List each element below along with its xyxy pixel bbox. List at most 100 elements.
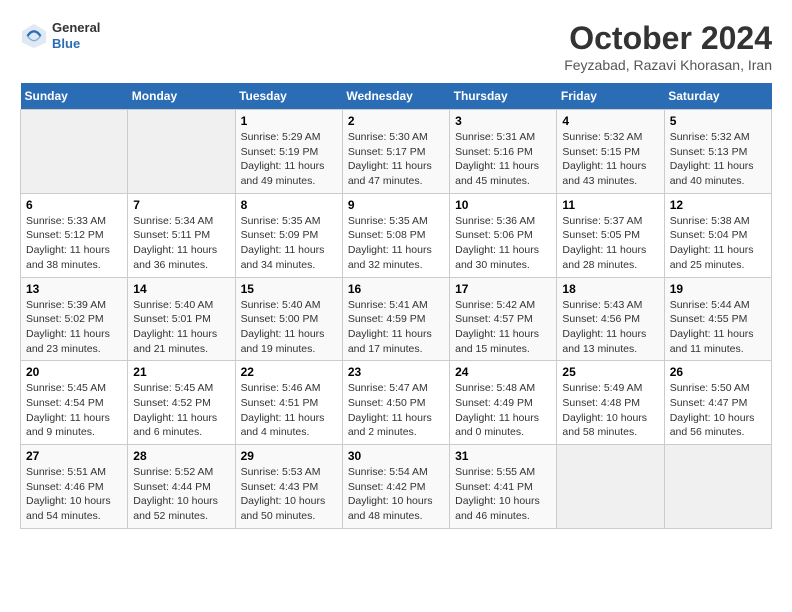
day-number: 16 <box>348 282 444 296</box>
day-info: Sunrise: 5:49 AMSunset: 4:48 PMDaylight:… <box>562 381 658 440</box>
day-number: 19 <box>670 282 766 296</box>
calendar-cell: 6Sunrise: 5:33 AMSunset: 5:12 PMDaylight… <box>21 193 128 277</box>
calendar-cell <box>21 110 128 194</box>
day-number: 26 <box>670 365 766 379</box>
calendar-cell: 26 Sunrise: 5:50 AMSunset: 4:47 PMDayligh… <box>664 361 771 445</box>
calendar-cell: 30 Sunrise: 5:54 AMSunset: 4:42 PMDayligh… <box>342 445 449 529</box>
day-info: Sunrise: 5:34 AMSunset: 5:11 PMDaylight:… <box>133 214 229 273</box>
logo-blue: Blue <box>52 36 100 52</box>
calendar-cell <box>128 110 235 194</box>
day-number: 15 <box>241 282 337 296</box>
calendar-cell: 20Sunrise: 5:45 AMSunset: 4:54 PMDayligh… <box>21 361 128 445</box>
day-number: 30 <box>348 449 444 463</box>
day-number: 18 <box>562 282 658 296</box>
day-info: Sunrise: 5:36 AMSunset: 5:06 PMDaylight:… <box>455 214 551 273</box>
day-number: 13 <box>26 282 122 296</box>
calendar-cell: 18 Sunrise: 5:43 AMSunset: 4:56 PMDayligh… <box>557 277 664 361</box>
day-info: Sunrise: 5:48 AMSunset: 4:49 PMDaylight:… <box>455 381 551 440</box>
month-title: October 2024 <box>564 20 772 57</box>
day-number: 17 <box>455 282 551 296</box>
weekday-header-row: SundayMondayTuesdayWednesdayThursdayFrid… <box>21 83 772 110</box>
day-number: 31 <box>455 449 551 463</box>
calendar-cell <box>557 445 664 529</box>
day-number: 29 <box>241 449 337 463</box>
day-info: Sunrise: 5:55 AMSunset: 4:41 PMDaylight:… <box>455 465 551 524</box>
calendar-cell: 5 Sunrise: 5:32 AMSunset: 5:13 PMDaylight… <box>664 110 771 194</box>
calendar-cell: 17 Sunrise: 5:42 AMSunset: 4:57 PMDayligh… <box>450 277 557 361</box>
calendar-cell: 8 Sunrise: 5:35 AMSunset: 5:09 PMDaylight… <box>235 193 342 277</box>
day-info: Sunrise: 5:54 AMSunset: 4:42 PMDaylight:… <box>348 465 444 524</box>
day-info: Sunrise: 5:40 AMSunset: 5:01 PMDaylight:… <box>133 298 229 357</box>
calendar-cell <box>664 445 771 529</box>
day-info: Sunrise: 5:35 AMSunset: 5:08 PMDaylight:… <box>348 214 444 273</box>
calendar-cell: 25Sunrise: 5:49 AMSunset: 4:48 PMDayligh… <box>557 361 664 445</box>
day-info: Sunrise: 5:32 AMSunset: 5:13 PMDaylight:… <box>670 130 766 189</box>
day-info: Sunrise: 5:45 AMSunset: 4:54 PMDaylight:… <box>26 381 122 440</box>
day-info: Sunrise: 5:50 AMSunset: 4:47 PMDaylight:… <box>670 381 766 440</box>
calendar-cell: 19 Sunrise: 5:44 AMSunset: 4:55 PMDayligh… <box>664 277 771 361</box>
calendar-cell: 29 Sunrise: 5:53 AMSunset: 4:43 PMDayligh… <box>235 445 342 529</box>
weekday-header: Monday <box>128 83 235 110</box>
day-number: 6 <box>26 198 122 212</box>
calendar-cell: 14 Sunrise: 5:40 AMSunset: 5:01 PMDayligh… <box>128 277 235 361</box>
day-info: Sunrise: 5:46 AMSunset: 4:51 PMDaylight:… <box>241 381 337 440</box>
day-number: 22 <box>241 365 337 379</box>
calendar-cell: 12 Sunrise: 5:38 AMSunset: 5:04 PMDayligh… <box>664 193 771 277</box>
day-info: Sunrise: 5:30 AMSunset: 5:17 PMDaylight:… <box>348 130 444 189</box>
day-info: Sunrise: 5:38 AMSunset: 5:04 PMDaylight:… <box>670 214 766 273</box>
day-info: Sunrise: 5:47 AMSunset: 4:50 PMDaylight:… <box>348 381 444 440</box>
logo: General Blue <box>20 20 100 51</box>
logo-text: General Blue <box>52 20 100 51</box>
weekday-header: Tuesday <box>235 83 342 110</box>
day-number: 4 <box>562 114 658 128</box>
day-number: 10 <box>455 198 551 212</box>
day-info: Sunrise: 5:42 AMSunset: 4:57 PMDaylight:… <box>455 298 551 357</box>
calendar-week-row: 20Sunrise: 5:45 AMSunset: 4:54 PMDayligh… <box>21 361 772 445</box>
calendar-week-row: 13Sunrise: 5:39 AMSunset: 5:02 PMDayligh… <box>21 277 772 361</box>
day-info: Sunrise: 5:44 AMSunset: 4:55 PMDaylight:… <box>670 298 766 357</box>
weekday-header: Wednesday <box>342 83 449 110</box>
calendar-table: SundayMondayTuesdayWednesdayThursdayFrid… <box>20 83 772 529</box>
location-title: Feyzabad, Razavi Khorasan, Iran <box>564 57 772 73</box>
day-number: 12 <box>670 198 766 212</box>
day-number: 23 <box>348 365 444 379</box>
day-info: Sunrise: 5:45 AMSunset: 4:52 PMDaylight:… <box>133 381 229 440</box>
day-info: Sunrise: 5:35 AMSunset: 5:09 PMDaylight:… <box>241 214 337 273</box>
page-header: General Blue October 2024 Feyzabad, Raza… <box>20 20 772 73</box>
logo-icon <box>20 22 48 50</box>
day-info: Sunrise: 5:41 AMSunset: 4:59 PMDaylight:… <box>348 298 444 357</box>
calendar-cell: 10 Sunrise: 5:36 AMSunset: 5:06 PMDayligh… <box>450 193 557 277</box>
day-number: 9 <box>348 198 444 212</box>
weekday-header: Friday <box>557 83 664 110</box>
weekday-header: Saturday <box>664 83 771 110</box>
day-number: 21 <box>133 365 229 379</box>
day-number: 8 <box>241 198 337 212</box>
day-info: Sunrise: 5:52 AMSunset: 4:44 PMDaylight:… <box>133 465 229 524</box>
calendar-cell: 1Sunrise: 5:29 AMSunset: 5:19 PMDaylight… <box>235 110 342 194</box>
day-number: 27 <box>26 449 122 463</box>
calendar-cell: 22 Sunrise: 5:46 AMSunset: 4:51 PMDayligh… <box>235 361 342 445</box>
day-number: 24 <box>455 365 551 379</box>
day-number: 28 <box>133 449 229 463</box>
calendar-cell: 9 Sunrise: 5:35 AMSunset: 5:08 PMDaylight… <box>342 193 449 277</box>
title-block: October 2024 Feyzabad, Razavi Khorasan, … <box>564 20 772 73</box>
weekday-header: Sunday <box>21 83 128 110</box>
calendar-cell: 23 Sunrise: 5:47 AMSunset: 4:50 PMDayligh… <box>342 361 449 445</box>
day-number: 11 <box>562 198 658 212</box>
day-number: 14 <box>133 282 229 296</box>
day-info: Sunrise: 5:40 AMSunset: 5:00 PMDaylight:… <box>241 298 337 357</box>
calendar-cell: 11Sunrise: 5:37 AMSunset: 5:05 PMDayligh… <box>557 193 664 277</box>
day-number: 5 <box>670 114 766 128</box>
calendar-week-row: 27Sunrise: 5:51 AMSunset: 4:46 PMDayligh… <box>21 445 772 529</box>
day-info: Sunrise: 5:29 AMSunset: 5:19 PMDaylight:… <box>241 130 337 189</box>
calendar-cell: 15 Sunrise: 5:40 AMSunset: 5:00 PMDayligh… <box>235 277 342 361</box>
day-info: Sunrise: 5:53 AMSunset: 4:43 PMDaylight:… <box>241 465 337 524</box>
day-info: Sunrise: 5:43 AMSunset: 4:56 PMDaylight:… <box>562 298 658 357</box>
weekday-header: Thursday <box>450 83 557 110</box>
calendar-cell: 27Sunrise: 5:51 AMSunset: 4:46 PMDayligh… <box>21 445 128 529</box>
day-number: 3 <box>455 114 551 128</box>
calendar-cell: 24 Sunrise: 5:48 AMSunset: 4:49 PMDayligh… <box>450 361 557 445</box>
calendar-cell: 2Sunrise: 5:30 AMSunset: 5:17 PMDaylight… <box>342 110 449 194</box>
calendar-cell: 21 Sunrise: 5:45 AMSunset: 4:52 PMDayligh… <box>128 361 235 445</box>
day-info: Sunrise: 5:31 AMSunset: 5:16 PMDaylight:… <box>455 130 551 189</box>
